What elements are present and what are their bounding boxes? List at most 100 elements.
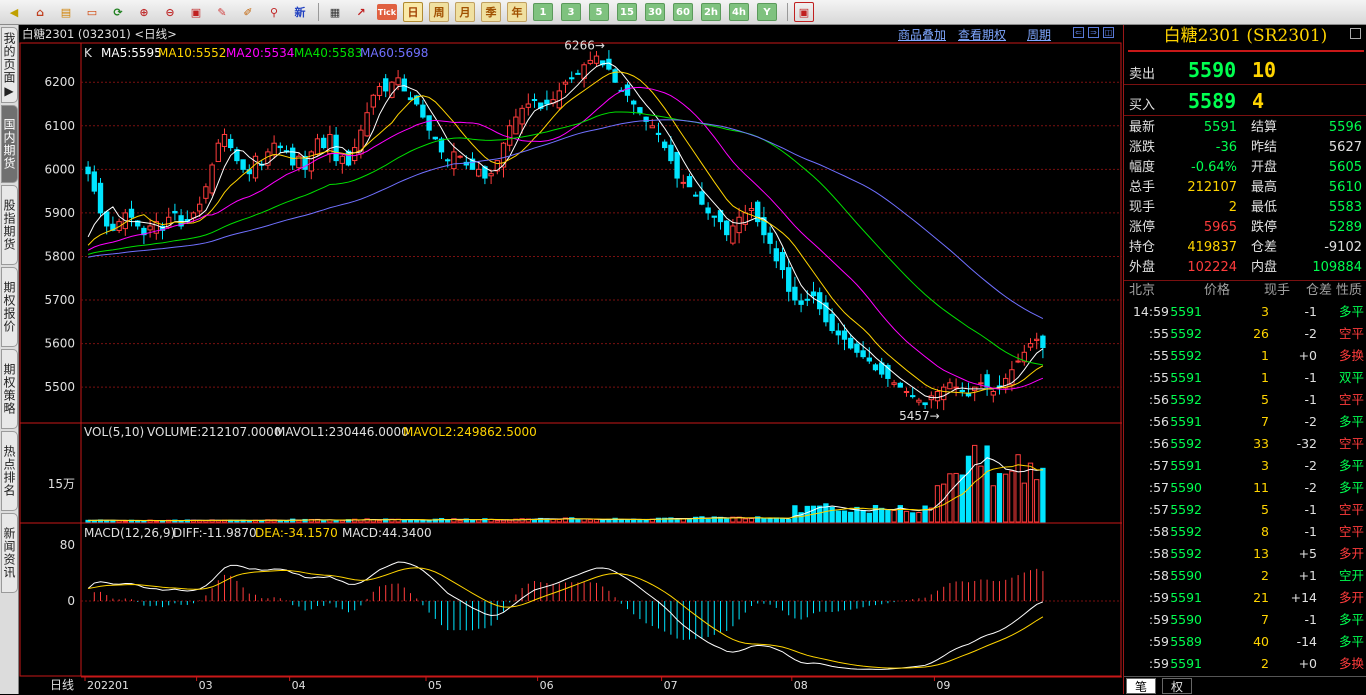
candle-body (934, 391, 941, 402)
tick-nature: 空平 (1338, 524, 1364, 539)
new-icon[interactable]: 新 (290, 2, 310, 22)
candle-body (172, 210, 178, 214)
left-tab-0[interactable]: 我的页面▶ (1, 27, 18, 103)
left-tab-1[interactable]: 国内期货 (1, 105, 18, 183)
left-tab-4[interactable]: 期权策略 (1, 349, 18, 429)
restore-window-icon[interactable]: ◫ (1103, 27, 1114, 38)
tick-button[interactable]: Tick (377, 4, 397, 20)
period-3-button[interactable]: 季 (481, 2, 501, 22)
x-tick-label: 07 (664, 679, 678, 692)
period-2-button[interactable]: 月 (455, 2, 475, 22)
left-tab-2[interactable]: 股指期货 (1, 185, 18, 265)
tick-time: :55 (1148, 370, 1169, 385)
link-period[interactable]: 周期 (1027, 26, 1051, 43)
volume-bar (246, 520, 252, 523)
minute-period-2-button[interactable]: 5 (589, 3, 609, 21)
volume-bar (1009, 470, 1015, 523)
tick-qty: 3 (1261, 458, 1269, 473)
stat-value: 2 (1228, 200, 1237, 215)
candle-body (674, 151, 680, 179)
zoom-in-icon[interactable]: ⊕ (134, 2, 154, 22)
left-tab-5[interactable]: 热点排名 (1, 431, 18, 511)
tick-nature: 多平 (1338, 612, 1364, 627)
macd-legend-macd: MACD:44.3400 (342, 526, 432, 540)
minute-period-1-button[interactable]: 3 (561, 3, 581, 21)
volume-bar (321, 519, 327, 523)
candle-body (953, 386, 959, 389)
link-commodity-overlay[interactable]: 商品叠加 (898, 26, 946, 43)
ma60-line (88, 119, 1044, 320)
period-4-button[interactable]: 年 (507, 2, 527, 22)
price-tick-label: 5600 (44, 337, 75, 351)
candle-body (85, 166, 91, 175)
candle-body (1034, 338, 1040, 341)
toolbar: ◀ ⌂ ▤ ▭ ⟳ ⊕ ⊖ ▣ ✎ ✐ ⚲ 新 ▦ ↗ Tick 日周月季年 1 3 5 15 30 60 2h 4h Y ▣ (0, 0, 1366, 25)
minute-period-4-button[interactable]: 30 (645, 3, 665, 21)
tick-time: :57 (1148, 480, 1169, 495)
candle-body (792, 286, 798, 301)
stat-label: 外盘 (1129, 260, 1156, 275)
volume-bar (122, 520, 128, 523)
tab-ticks[interactable]: 笔 (1126, 678, 1156, 694)
toolbar-separator (787, 3, 788, 21)
shrink-right-icon[interactable]: ⇒ (1088, 27, 1099, 38)
kline-chart-area[interactable]: 6200 6100 6000 5900 5800 5700 5600 5500 K MA5:559… (19, 25, 1123, 694)
chart-icon[interactable]: ↗ (351, 2, 371, 22)
minute-period-7-button[interactable]: 4h (729, 3, 749, 21)
pen-icon[interactable]: ✎ (212, 2, 232, 22)
kline-chart-svg[interactable]: 6200 6100 6000 5900 5800 5700 5600 5500 K MA5:559… (19, 25, 1123, 694)
left-tab-3[interactable]: 期权报价 (1, 267, 18, 347)
tick-oi-change: -32 (1296, 436, 1317, 451)
filter-icon[interactable]: ⚲ (264, 2, 284, 22)
candle-body (779, 252, 786, 271)
refresh-icon[interactable]: ⟳ (108, 2, 128, 22)
candle-body (1015, 360, 1021, 363)
expand-icon[interactable]: ▣ (794, 2, 814, 22)
x-tick-label: 06 (540, 679, 554, 692)
shrink-left-icon[interactable]: ⇐ (1073, 27, 1084, 38)
window-icon[interactable]: ▣ (186, 2, 206, 22)
back-icon[interactable]: ◀ (4, 2, 24, 22)
tick-oi-change: -2 (1304, 458, 1317, 473)
stat-value: 5289 (1328, 220, 1362, 235)
volume-bar (891, 509, 897, 523)
tick-nature: 空平 (1338, 326, 1364, 341)
stat-value: 5610 (1328, 180, 1362, 195)
table-icon[interactable]: ▦ (325, 2, 345, 22)
candle-body (916, 399, 922, 403)
period-0-button[interactable]: 日 (403, 2, 423, 22)
tab-rights[interactable]: 权 (1162, 678, 1192, 694)
minute-period-0-button[interactable]: 1 (533, 3, 553, 21)
tick-price: 5591 (1170, 414, 1202, 429)
buy-volume: 4 (1252, 89, 1265, 113)
tick-oi-change: -2 (1304, 326, 1317, 341)
minute-period-6-button[interactable]: 2h (701, 3, 721, 21)
volume-bar (581, 518, 587, 523)
candle-body (277, 145, 283, 149)
volume-bar (724, 518, 730, 523)
volume-bar (959, 474, 965, 523)
minute-period-5-button[interactable]: 60 (673, 3, 693, 21)
draw-icon[interactable]: ✐ (238, 2, 258, 22)
minute-period-3-button[interactable]: 15 (617, 3, 637, 21)
tick-time: :57 (1148, 502, 1169, 517)
candle-body (655, 132, 662, 135)
panel-toggle-icon[interactable] (1350, 28, 1361, 39)
news-icon[interactable]: ▭ (82, 2, 102, 22)
candle-body (544, 99, 550, 105)
price-tick-label: 5900 (44, 206, 75, 220)
candle-body (426, 115, 432, 131)
tick-row: :56 5592 5 -1 空平 (1124, 389, 1366, 411)
toolbar-separator (318, 3, 319, 21)
home-icon[interactable]: ⌂ (30, 2, 50, 22)
x-tick-label: 09 (936, 679, 950, 692)
tick-qty: 2 (1261, 656, 1269, 671)
minute-period-8-button[interactable]: Y (757, 3, 777, 21)
zoom-out-icon[interactable]: ⊖ (160, 2, 180, 22)
link-view-options[interactable]: 查看期权 (958, 26, 1006, 43)
period-1-button[interactable]: 周 (429, 2, 449, 22)
candle-body (848, 337, 854, 349)
tick-time: :59 (1148, 612, 1169, 627)
notebook-icon[interactable]: ▤ (56, 2, 76, 22)
left-tab-6[interactable]: 新闻资讯 (1, 513, 18, 593)
